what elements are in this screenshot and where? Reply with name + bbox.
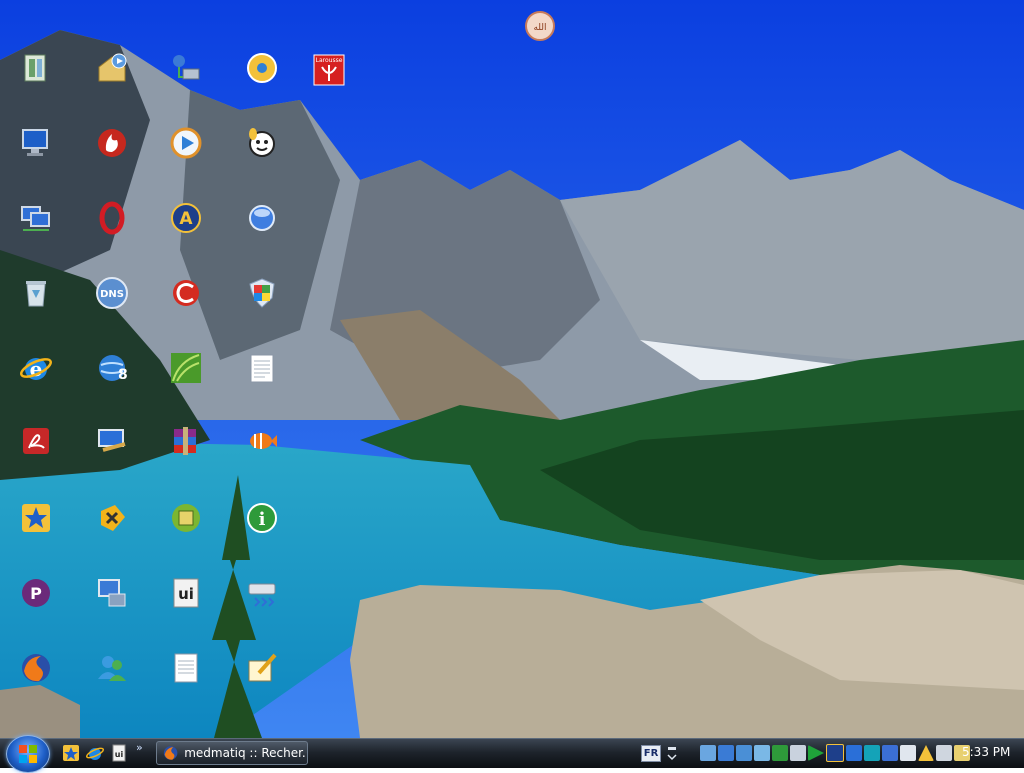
network-settings-icon[interactable]	[94, 575, 130, 611]
remote-desktop-icon[interactable]	[94, 423, 130, 459]
winrar-icon[interactable]	[168, 423, 204, 459]
notepad-pen-icon[interactable]	[244, 650, 280, 686]
ccleaner-icon[interactable]	[168, 275, 204, 311]
network-globe-icon[interactable]: 8	[94, 350, 130, 386]
safely-remove-icon[interactable]	[772, 745, 788, 761]
bluetooth-icon[interactable]	[882, 745, 898, 761]
clock[interactable]: 5:33 PM	[962, 745, 1010, 759]
green-leaf-icon[interactable]	[168, 350, 204, 386]
svg-text:الله: الله	[533, 23, 546, 33]
svg-text:8: 8	[118, 367, 128, 383]
explorer-icon[interactable]	[18, 50, 54, 86]
larousse-icon[interactable]: Larousse	[311, 52, 347, 88]
firefox-icon[interactable]	[18, 650, 54, 686]
language-indicator[interactable]: FR	[641, 745, 661, 762]
fish-icon[interactable]	[244, 423, 280, 459]
svg-text:P: P	[30, 584, 42, 603]
blue-orb-icon[interactable]	[244, 200, 280, 236]
quicklaunch-ui-app[interactable]: ui	[110, 744, 128, 762]
tl-icon[interactable]	[846, 745, 862, 761]
star-app-icon[interactable]	[18, 500, 54, 536]
adobe-reader-icon[interactable]	[18, 423, 54, 459]
quicklaunch-star-app[interactable]	[62, 744, 80, 762]
svg-text:ui: ui	[115, 750, 124, 759]
media-player-icon[interactable]	[168, 125, 204, 161]
prayer-app-icon[interactable]: الله	[522, 8, 558, 44]
svg-text:ui: ui	[178, 585, 194, 603]
media-center-icon[interactable]	[244, 50, 280, 86]
atlas-icon[interactable]	[826, 744, 844, 762]
display-icon[interactable]	[736, 745, 752, 761]
fire-app-icon[interactable]	[94, 125, 130, 161]
atlas-icon[interactable]: A	[168, 200, 204, 236]
cpu-icon[interactable]	[168, 500, 204, 536]
internet-explorer-icon[interactable]: e	[18, 350, 54, 386]
play-icon[interactable]	[808, 745, 824, 761]
svg-text:Larousse: Larousse	[316, 57, 343, 64]
cartoon-app-icon[interactable]	[244, 125, 280, 161]
home-folder-icon[interactable]	[94, 50, 130, 86]
power-icon[interactable]	[936, 745, 952, 761]
windows-logo-icon	[19, 745, 37, 763]
keyboard-options-icon[interactable]	[666, 745, 678, 761]
internet-explorer-icon	[86, 747, 104, 760]
tools-app-icon[interactable]	[94, 500, 130, 536]
svg-text:i: i	[259, 509, 266, 530]
info-icon[interactable]: i	[244, 500, 280, 536]
cloud-icon[interactable]	[754, 745, 770, 761]
network-icon[interactable]	[718, 745, 734, 761]
purple-p-icon[interactable]: P	[18, 575, 54, 611]
start-button[interactable]	[6, 735, 50, 773]
taskbar-window-title: medmatiq :: Recher...	[184, 746, 307, 760]
sync-icon[interactable]	[864, 745, 880, 761]
taskbar-window-button[interactable]: medmatiq :: Recher...	[156, 741, 308, 765]
network-places-icon[interactable]	[168, 50, 204, 86]
star-app-icon	[63, 745, 79, 761]
network-computer-icon[interactable]	[18, 200, 54, 236]
drive-icon[interactable]	[244, 575, 280, 611]
messenger-icon[interactable]	[94, 650, 130, 686]
quicklaunch-more-button[interactable]: »	[136, 741, 143, 754]
notepad-icon[interactable]	[244, 350, 280, 386]
system-tray	[700, 743, 970, 763]
volume-icon[interactable]	[790, 745, 806, 761]
svg-text:DNS: DNS	[100, 289, 124, 300]
taskbar: ui » medmatiq :: Recher... FR 5:33 PM	[0, 735, 1024, 773]
computer-icon[interactable]	[18, 125, 54, 161]
shield-icon[interactable]	[900, 745, 916, 761]
ui-app-icon[interactable]: ui	[168, 575, 204, 611]
ui-app-icon: ui	[112, 744, 126, 762]
svg-text:A: A	[179, 209, 193, 229]
desktop[interactable]: الله e P DNS 8 A ui i Larousse	[0, 0, 1024, 738]
quicklaunch-internet-explorer[interactable]	[86, 744, 104, 762]
warning-icon[interactable]	[918, 745, 934, 761]
firefox-icon	[163, 746, 178, 760]
document-icon[interactable]	[168, 650, 204, 686]
recycle-bin-icon[interactable]	[18, 275, 54, 311]
keyboard-icon[interactable]	[700, 745, 716, 761]
opera-icon[interactable]	[94, 200, 130, 236]
security-center-icon[interactable]	[244, 275, 280, 311]
wallpaper	[0, 0, 1024, 738]
dns-icon[interactable]: DNS	[94, 275, 130, 311]
